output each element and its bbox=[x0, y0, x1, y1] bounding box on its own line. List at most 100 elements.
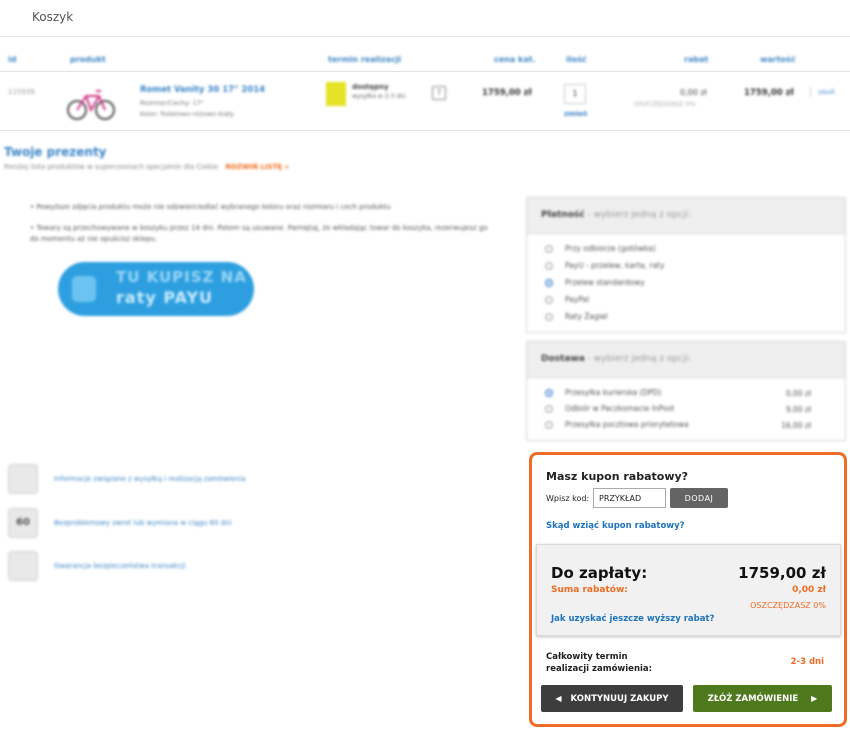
place-order-button[interactable]: ZŁÓŻ ZAMÓWIENIE ▶ bbox=[693, 685, 832, 712]
shipping-icon bbox=[8, 464, 38, 494]
discount-sum-label: Suma rabatów: bbox=[551, 585, 628, 595]
row-divider bbox=[0, 130, 850, 131]
page-title: Koszyk bbox=[32, 10, 74, 24]
info-link[interactable]: Bezproblemowy zwrot lub wymiana w ciągu … bbox=[54, 519, 232, 527]
delivery-option-label: Przesyłka pocztowa priorytetowa bbox=[565, 420, 689, 429]
payment-option-label: Raty Żagiel bbox=[565, 312, 608, 321]
note-item: • Powyższe zdjęcia produktu może nie odz… bbox=[30, 202, 490, 213]
note-text: Towary są przechowywane w koszyku przez … bbox=[30, 224, 488, 243]
delivery-option[interactable]: Odbiór w Paczkomacie InPost bbox=[545, 404, 674, 413]
coupon-title: Masz kupon rabatowy? bbox=[546, 470, 689, 483]
payment-option-label: Przy odbiorze (gotówka) bbox=[565, 244, 656, 253]
delivery-option-label: Odbiór w Paczkomacie InPost bbox=[565, 404, 675, 413]
product-id: 115939 bbox=[8, 88, 35, 96]
checkout-summary: Masz kupon rabatowy? Wpisz kod: DODAJ Sk… bbox=[529, 452, 847, 727]
coupon-code-label: Wpisz kod: bbox=[546, 494, 590, 503]
gifts-title: Twoje prezenty bbox=[4, 145, 107, 159]
info-link[interactable]: Informacje związane z wysyłką i realizac… bbox=[54, 475, 245, 483]
header-price: cena kat. bbox=[494, 55, 536, 64]
delivery-subtitle: - wybierz jedną z opcji: bbox=[587, 354, 692, 364]
product-discount: 0,00 zł bbox=[680, 88, 707, 97]
total-box: Do zapłaty: 1759,00 zł Suma rabatów: 0,0… bbox=[536, 544, 841, 636]
product-value: 1759,00 zł bbox=[744, 88, 794, 98]
delivery-header: Dostawa - wybierz jedną z opcji: bbox=[527, 342, 845, 378]
delivery-panel: Dostawa - wybierz jedną z opcji: Przesył… bbox=[526, 341, 846, 441]
total-term-label-line2: realizacji zamówienia: bbox=[546, 664, 653, 674]
to-pay-value: 1759,00 zł bbox=[738, 564, 826, 582]
raty-banner-line1: TU KUPISZ NA bbox=[116, 268, 247, 286]
radio-button[interactable] bbox=[545, 296, 553, 304]
payment-option-label: PayU - przelew, karta, raty bbox=[565, 261, 665, 270]
remove-item-link[interactable]: usuń bbox=[818, 88, 835, 96]
continue-shopping-label: KONTYNUUJ ZAKUPY bbox=[570, 693, 669, 704]
place-order-label: ZŁÓŻ ZAMÓWIENIE bbox=[707, 693, 799, 704]
header-id: id bbox=[8, 55, 17, 64]
product-name-link[interactable]: Romet Vanity 30 17" 2014 bbox=[140, 85, 265, 95]
add-coupon-button[interactable]: DODAJ bbox=[670, 488, 728, 508]
product-color: Kolor: fioletowo-różowo-biały bbox=[140, 110, 234, 118]
delivery-option-label: Przesyłka kurierska (DPD) bbox=[565, 388, 662, 397]
note-item: • Towary są przechowywane w koszyku prze… bbox=[30, 223, 490, 245]
raty-banner-line2: raty PAYU bbox=[116, 288, 214, 307]
note-text: Powyższe zdjęcia produktu może nie odzwi… bbox=[36, 203, 391, 211]
delivery-option[interactable]: Przesyłka pocztowa priorytetowa bbox=[545, 420, 689, 429]
product-size: Rozmiar/Cechy: 17" bbox=[140, 99, 204, 107]
payment-option[interactable]: PayPal bbox=[545, 295, 589, 304]
payment-header: Płatność - wybierz jedną z opcji: bbox=[527, 198, 845, 234]
gifts-subtitle-text: Poniżej lista produktów w superceenach s… bbox=[4, 163, 219, 171]
title-divider bbox=[0, 36, 850, 37]
payment-panel: Płatność - wybierz jedną z opcji: Przy o… bbox=[526, 197, 846, 333]
payment-subtitle: - wybierz jedną z opcji: bbox=[587, 210, 691, 220]
product-discount-pct: OSZCZĘDZASZ 0% bbox=[634, 100, 696, 108]
return-icon: 60 bbox=[8, 508, 38, 538]
continue-shopping-button[interactable]: ◀ KONTYNUUJ ZAKUPY bbox=[541, 685, 683, 712]
radio-button[interactable] bbox=[545, 245, 553, 253]
coupon-info-link[interactable]: Skąd wziąć kupon rabatowy? bbox=[546, 521, 685, 531]
payment-title: Płatność bbox=[541, 210, 585, 220]
payment-option[interactable]: Raty Żagiel bbox=[545, 312, 608, 321]
shield-icon bbox=[8, 551, 38, 581]
raty-payu-banner[interactable]: TU KUPISZ NA raty PAYU bbox=[58, 262, 254, 316]
payment-option-label: Przelew standardowy bbox=[565, 278, 645, 287]
availability-sub: wysyłka w 2-3 dni bbox=[352, 93, 406, 100]
expand-gifts-link[interactable]: ROZWIŃ LISTĘ » bbox=[225, 163, 289, 171]
calculator-icon bbox=[72, 276, 96, 302]
higher-discount-link[interactable]: Jak uzyskać jeszcze wyższy rabat? bbox=[551, 614, 714, 624]
header-value: wartość bbox=[760, 55, 796, 64]
payment-option[interactable]: PayU - przelew, karta, raty bbox=[545, 261, 664, 270]
total-term-value: 2-3 dni bbox=[790, 657, 824, 667]
delivery-option[interactable]: Przesyłka kurierska (DPD) bbox=[545, 388, 661, 397]
change-quantity-link[interactable]: zmień bbox=[564, 110, 588, 118]
total-term-label: Całkowity termin realizacji zamówienia: bbox=[546, 651, 686, 675]
availability-badge: dostępny wysyłka w 2-3 dni ? bbox=[326, 82, 450, 108]
header-term: termin realizacji bbox=[328, 55, 402, 64]
payment-option[interactable]: Przelew standardowy bbox=[545, 278, 645, 287]
radio-button-selected[interactable] bbox=[545, 279, 553, 287]
savings-percent: OSZCZĘDZASZ 0% bbox=[750, 601, 826, 610]
header-discount: rabat bbox=[684, 55, 709, 64]
info-link[interactable]: Gwarancja bezpieczeństwa transakcji bbox=[54, 562, 185, 570]
help-icon[interactable]: ? bbox=[432, 86, 446, 100]
to-pay-label: Do zapłaty: bbox=[551, 564, 648, 582]
gifts-subtitle: Poniżej lista produktów w superceenach s… bbox=[4, 163, 289, 171]
radio-button[interactable] bbox=[545, 313, 553, 321]
discount-sum-value: 0,00 zł bbox=[792, 585, 826, 595]
availability-title: dostępny bbox=[352, 83, 389, 91]
delivery-price: 9,00 zł bbox=[785, 405, 811, 414]
radio-button[interactable] bbox=[545, 405, 553, 413]
radio-button[interactable] bbox=[545, 262, 553, 270]
radio-button-selected[interactable] bbox=[545, 389, 553, 397]
payment-option-label: PayPal bbox=[565, 295, 590, 304]
header-qty: ilość bbox=[566, 55, 587, 64]
arrow-left-icon: ◀ bbox=[555, 693, 562, 703]
bicycle-icon[interactable] bbox=[66, 84, 116, 122]
delivery-price: 16,00 zł bbox=[781, 421, 811, 430]
delivery-title: Dostawa bbox=[541, 354, 585, 364]
total-term-label-line1: Całkowity termin bbox=[546, 652, 628, 662]
arrow-right-icon: ▶ bbox=[811, 693, 818, 703]
radio-button[interactable] bbox=[545, 421, 553, 429]
coupon-code-input[interactable] bbox=[593, 488, 666, 508]
payment-option[interactable]: Przy odbiorze (gotówka) bbox=[545, 244, 656, 253]
quantity-input[interactable]: 1 bbox=[564, 84, 586, 104]
row-separator bbox=[810, 86, 811, 98]
